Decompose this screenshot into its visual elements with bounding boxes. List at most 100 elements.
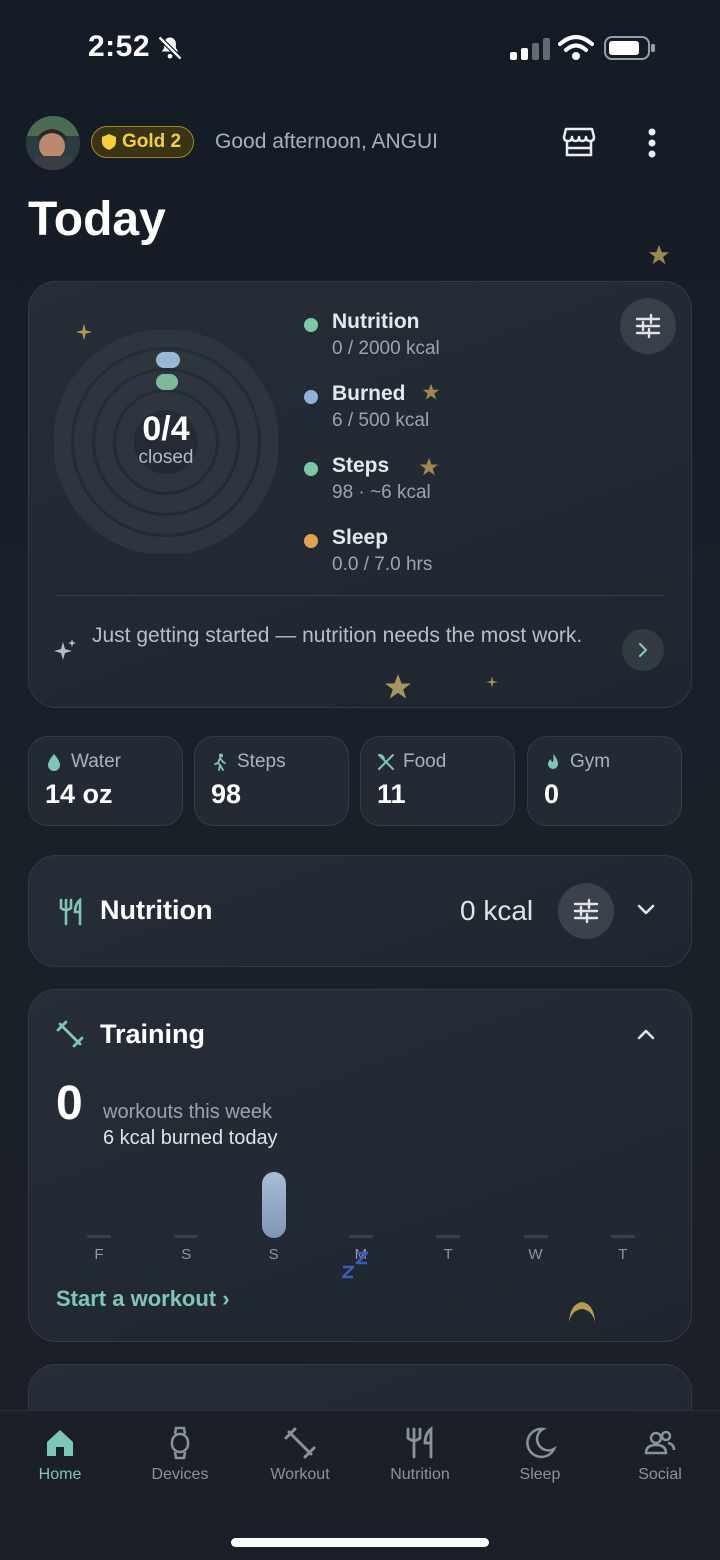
metric-burned[interactable]: Burned 6 / 500 kcal xyxy=(304,382,429,432)
more-options-icon[interactable] xyxy=(642,126,662,160)
tile-label: Water xyxy=(71,751,121,772)
dumbbell-icon xyxy=(284,1427,316,1459)
day-label: S xyxy=(181,1246,192,1263)
sliders-icon xyxy=(573,898,599,924)
metric-value: 0.0 / 7.0 hrs xyxy=(332,554,433,575)
avatar-image xyxy=(26,116,80,170)
day-bar-fill xyxy=(436,1235,461,1238)
nutrition-title: Nutrition xyxy=(100,895,213,925)
day-bar-fill xyxy=(610,1235,635,1238)
steps-tile[interactable]: Steps 98 xyxy=(194,736,349,826)
utensils-icon xyxy=(378,754,394,770)
day-bar xyxy=(610,1168,635,1238)
gym-tile[interactable]: Gym 0 xyxy=(527,736,682,826)
people-icon xyxy=(644,1430,676,1455)
shield-icon xyxy=(102,134,116,150)
metric-sleep[interactable]: Sleep 0.0 / 7.0 hrs xyxy=(304,526,432,576)
day-bar xyxy=(261,1168,286,1238)
tab-label: Workout xyxy=(270,1466,330,1483)
kcal-burned-today: 6 kcal burned today xyxy=(103,1127,278,1149)
walking-icon xyxy=(214,753,226,771)
insight-details-button[interactable] xyxy=(622,629,664,671)
tile-value: 14 oz xyxy=(45,779,113,809)
metric-name: Nutrition xyxy=(332,310,420,333)
food-tile[interactable]: Food 11 xyxy=(360,736,515,826)
star-decoration-icon xyxy=(385,674,411,699)
metric-steps[interactable]: Steps 98 · ~6 kcal xyxy=(304,454,431,504)
tab-home[interactable]: Home xyxy=(0,1426,120,1484)
metric-value: 98 · ~6 kcal xyxy=(332,482,431,503)
day-label: W xyxy=(528,1246,543,1263)
tab-workout[interactable]: Workout xyxy=(240,1426,360,1484)
bell-off-icon xyxy=(157,35,183,61)
metric-nutrition[interactable]: Nutrition 0 / 2000 kcal xyxy=(304,310,440,360)
status-time: 2:52 xyxy=(88,30,151,63)
day-bar-fill xyxy=(174,1235,199,1238)
sparkles-icon xyxy=(54,639,76,660)
tab-label: Home xyxy=(38,1466,82,1483)
utensils-icon xyxy=(59,898,82,926)
metric-name: Sleep xyxy=(332,526,389,549)
tile-value: 0 xyxy=(544,779,560,809)
moon-icon xyxy=(526,1427,557,1459)
burned-dot xyxy=(304,390,318,404)
sleep-dot xyxy=(304,534,318,548)
training-title: Training xyxy=(100,1019,206,1049)
utensils-icon xyxy=(406,1426,433,1459)
tab-label: Nutrition xyxy=(390,1466,450,1483)
home-indicator xyxy=(231,1538,489,1547)
tab-social[interactable]: Social xyxy=(600,1426,720,1484)
moon-decoration-icon xyxy=(569,1302,595,1322)
dumbbell-icon xyxy=(56,1020,84,1048)
chevron-right-icon: › xyxy=(222,1286,230,1311)
tile-value: 11 xyxy=(377,779,406,809)
star-decoration-icon xyxy=(648,244,670,265)
tile-value: 98 xyxy=(211,779,242,809)
tile-label: Steps xyxy=(237,751,286,772)
day-label: T xyxy=(443,1246,453,1263)
tile-label: Gym xyxy=(570,751,611,772)
day-column: M xyxy=(341,1168,381,1263)
battery-icon xyxy=(604,36,655,60)
rank-badge[interactable]: Gold 2 xyxy=(91,126,195,158)
day-column: T xyxy=(428,1168,468,1263)
metric-value: 0 / 2000 kcal xyxy=(332,338,440,359)
rings-summary: 0/4 closed xyxy=(54,410,278,469)
metric-name: Steps xyxy=(332,454,390,477)
sparkle-icon xyxy=(486,676,498,688)
chevron-up-icon[interactable] xyxy=(634,1022,658,1046)
day-bar xyxy=(523,1168,548,1238)
metric-value: 6 / 500 kcal xyxy=(332,410,430,431)
page-title: Today xyxy=(28,193,166,246)
day-label: F xyxy=(94,1246,104,1263)
nutrition-dot xyxy=(304,318,318,332)
wifi-icon xyxy=(558,35,594,60)
nutrition-settings-button[interactable] xyxy=(558,883,614,939)
water-tile[interactable]: Water 14 oz xyxy=(28,736,183,826)
tab-devices[interactable]: Devices xyxy=(120,1426,240,1484)
chevron-down-icon[interactable] xyxy=(634,898,658,922)
metric-name: Burned xyxy=(332,382,406,405)
tab-label: Sleep xyxy=(519,1466,561,1483)
store-icon[interactable] xyxy=(562,126,596,158)
customize-goals-button[interactable] xyxy=(620,298,676,354)
day-bar-fill xyxy=(348,1235,373,1238)
avatar[interactable] xyxy=(26,116,80,170)
sliders-icon xyxy=(635,313,661,339)
day-column: S xyxy=(166,1168,206,1263)
home-icon xyxy=(47,1430,73,1456)
watch-icon xyxy=(170,1426,190,1460)
day-column: W xyxy=(516,1168,556,1263)
tab-sleep[interactable]: Sleep xyxy=(480,1426,600,1484)
greeting-text: Good afternoon, ANGUI xyxy=(215,130,438,153)
start-workout-link[interactable]: Start a workout › xyxy=(56,1286,230,1312)
rings-closed-count: 0/4 xyxy=(142,410,190,448)
day-label: S xyxy=(268,1246,279,1263)
water-drop-icon xyxy=(48,754,60,771)
steps-dot xyxy=(304,462,318,476)
nutrition-kcal: 0 kcal xyxy=(460,895,534,926)
card-divider xyxy=(56,595,664,596)
tab-nutrition[interactable]: Nutrition xyxy=(360,1426,480,1484)
day-bar xyxy=(87,1168,111,1238)
cellular-signal-icon xyxy=(510,38,550,60)
